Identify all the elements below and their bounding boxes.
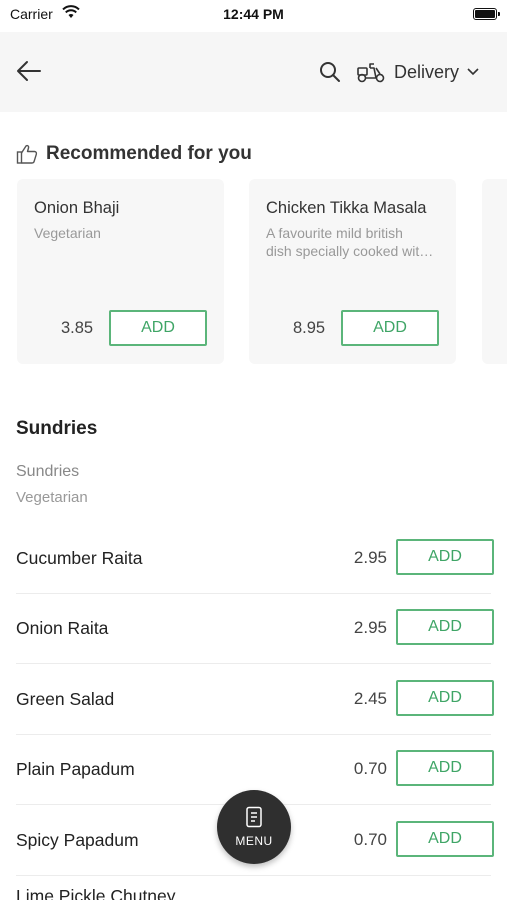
divider: [16, 734, 491, 735]
menu-item-name: Onion Raita: [16, 618, 109, 638]
menu-item-row[interactable]: Lime Pickle Chutney: [0, 870, 507, 900]
recommended-item-description: Vegetarian: [34, 225, 101, 241]
recommended-header: Recommended for you: [16, 143, 252, 165]
section-title: Sundries: [16, 418, 98, 439]
search-button[interactable]: [318, 60, 342, 84]
recommended-item-name: Onion Bhaji: [34, 199, 120, 217]
back-button[interactable]: [12, 54, 46, 88]
menu-fab-label: MENU: [235, 834, 273, 848]
section-tag: Vegetarian: [16, 489, 88, 506]
menu-item-row[interactable]: Onion Raita 2.95 ADD: [0, 601, 507, 671]
add-button[interactable]: ADD: [396, 750, 494, 786]
recommended-item-name: Chicken Tikka Masala: [266, 199, 427, 217]
recommended-card[interactable]: Chicken Tikka Masala A favourite mild br…: [249, 179, 456, 364]
recommended-title: Recommended for you: [46, 143, 252, 164]
search-icon: [320, 62, 340, 82]
recommended-card-partial[interactable]: [482, 179, 507, 364]
add-button[interactable]: ADD: [396, 680, 494, 716]
divider: [16, 593, 491, 594]
back-arrow-icon: [17, 61, 41, 81]
menu-fab-button[interactable]: MENU: [217, 790, 291, 864]
menu-item-price: 2.95: [353, 618, 387, 637]
chevron-down-icon: [467, 68, 479, 76]
add-button[interactable]: ADD: [396, 539, 494, 575]
menu-item-price: 0.70: [353, 759, 387, 778]
clock: 12:44 PM: [223, 6, 284, 22]
menu-item-name: Green Salad: [16, 689, 115, 709]
section-subtitle: Sundries: [16, 463, 80, 480]
recommended-item-price: 3.85: [61, 319, 94, 337]
menu-item-price: 0.70: [353, 830, 387, 849]
menu-item-row[interactable]: Green Salad 2.45 ADD: [0, 672, 507, 742]
add-button[interactable]: ADD: [109, 310, 207, 346]
scooter-delivery-icon: [357, 63, 385, 83]
menu-item-name: Lime Pickle Chutney: [16, 886, 176, 900]
status-bar: Carrier 12:44 PM: [0, 0, 507, 30]
battery-icon: [473, 8, 500, 20]
thumbs-up-icon: [16, 144, 38, 164]
recommended-item-price: 8.95: [293, 319, 326, 337]
menu-item-price: 2.95: [353, 548, 387, 567]
add-button[interactable]: ADD: [341, 310, 439, 346]
menu-item-price: 2.45: [353, 689, 387, 708]
add-button[interactable]: ADD: [396, 609, 494, 645]
menu-item-name: Spicy Papadum: [16, 830, 139, 850]
add-button[interactable]: ADD: [396, 821, 494, 857]
delivery-label: Delivery: [394, 61, 460, 82]
recommended-card[interactable]: Onion Bhaji Vegetarian 3.85 ADD: [17, 179, 224, 364]
menu-book-icon: [246, 806, 262, 828]
divider: [16, 663, 491, 664]
menu-item-name: Plain Papadum: [16, 759, 135, 779]
delivery-mode-selector[interactable]: Delivery: [356, 56, 496, 88]
recommended-item-description: A favourite mild british dish specially …: [266, 225, 434, 259]
menu-item-name: Cucumber Raita: [16, 548, 143, 568]
top-navbar: Delivery: [0, 32, 507, 112]
menu-item-row[interactable]: Cucumber Raita 2.95 ADD: [0, 531, 507, 601]
